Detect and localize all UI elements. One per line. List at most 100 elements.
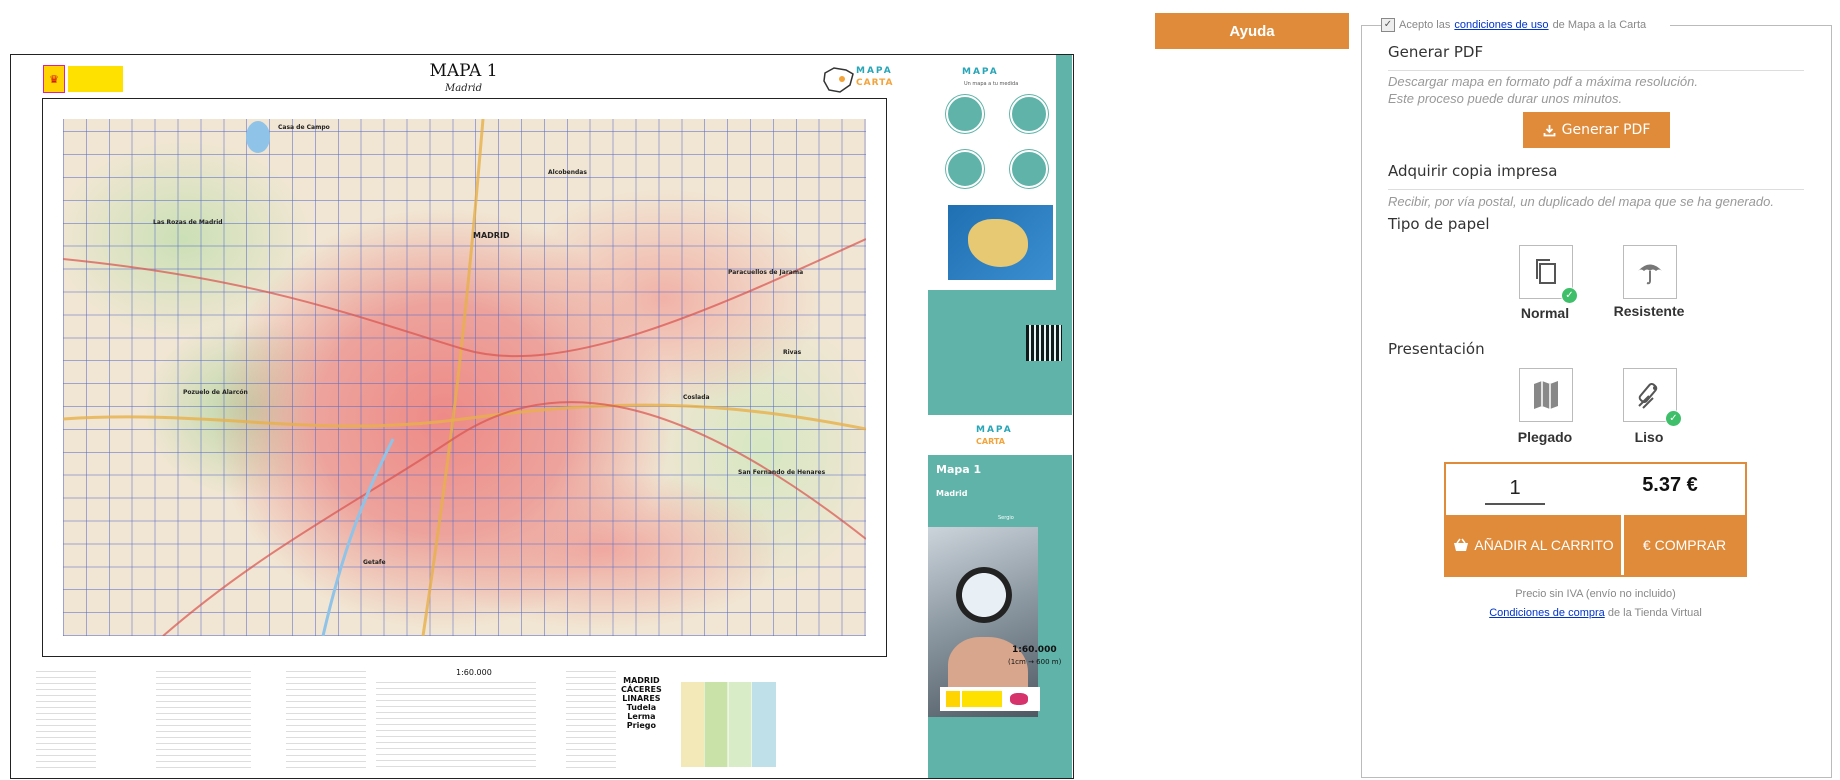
map-label: Casa de Campo: [278, 124, 330, 131]
pdf-description: Descargar mapa en formato pdf a máxima r…: [1388, 73, 1698, 107]
cover-title: Mapa 1: [936, 463, 982, 476]
spain-locator-map: [948, 205, 1053, 280]
feature-circle-icon: [946, 150, 984, 188]
map-label: Pozuelo de Alarcón: [183, 389, 248, 396]
divider: [1388, 70, 1804, 71]
logo-word-2: CARTA: [856, 78, 894, 88]
presentation-flat-option[interactable]: ✓: [1623, 368, 1682, 427]
generate-pdf-button[interactable]: Generar PDF: [1523, 112, 1670, 148]
selected-check-icon: ✓: [1561, 287, 1578, 304]
print-heading: Adquirir copia impresa: [1388, 162, 1558, 180]
pdf-description-line: Descargar mapa en formato pdf a máxima r…: [1388, 74, 1698, 89]
map-header: ♛ MAPA 1 Madrid MAPA CARTA: [11, 55, 916, 103]
panel-border: [1361, 25, 1381, 26]
coordinate-ruler-top: [63, 102, 866, 116]
map-roads: [63, 119, 866, 636]
euro-icon: €: [1642, 537, 1651, 553]
cover-scale-detail: (1cm → 600 m): [1008, 658, 1062, 666]
accept-terms-checkbox[interactable]: ✓: [1381, 18, 1395, 32]
legend-city: Priego: [626, 721, 656, 730]
pdf-heading: Generar PDF: [1388, 43, 1484, 61]
rolled-map-icon: [1638, 382, 1658, 409]
cover-logo-word: MAPA: [962, 67, 999, 77]
cover-government-logos: [940, 687, 1040, 711]
map-label: Getafe: [363, 559, 386, 566]
map-subtitle: Madrid: [445, 83, 482, 94]
legend-column: [286, 668, 366, 768]
map-label: MADRID: [473, 231, 510, 240]
buy-now-button[interactable]: € COMPRAR: [1624, 515, 1745, 575]
legend-scale: 1:60.000: [456, 668, 492, 677]
cover-tagline: Un mapa a tu medida: [964, 81, 1019, 87]
cover-title-block: Mapa 1 Madrid Sergio 1:60.000 (1cm → 600…: [928, 455, 1072, 778]
legend-city: MADRID: [623, 676, 660, 685]
add-to-cart-label: AÑADIR AL CARRITO: [1474, 537, 1614, 553]
coordinate-ruler-bottom: [63, 639, 866, 653]
mapa-a-la-carta-logo: MAPA CARTA: [822, 65, 902, 95]
legend-city-sizes: MADRID CÁCERES LINARES Tudela Lerma Prie…: [621, 676, 662, 730]
selected-check-icon: ✓: [1665, 410, 1682, 427]
pdf-description-line: Este proceso puede durar unos minutos.: [1388, 91, 1623, 106]
map-label: Las Rozas de Madrid: [153, 219, 223, 226]
accept-terms-suffix: de Mapa a la Carta: [1552, 19, 1647, 31]
map-legend: 1:60.000 MADRID CÁCERES LINARES Tudela L…: [36, 668, 906, 773]
presentation-folded-option[interactable]: [1519, 368, 1573, 422]
add-to-cart-button[interactable]: AÑADIR AL CARRITO: [1446, 515, 1621, 575]
map-label: Paracuellos de Jarama: [728, 269, 804, 276]
print-description: Recibir, por vía postal, un duplicado de…: [1388, 194, 1774, 209]
map-frame: MADRID Casa de Campo Alcobendas Las Roza…: [42, 98, 887, 657]
feature-circle-icon: [1010, 150, 1048, 188]
legend-city: Tudela: [626, 703, 657, 712]
presentation-folded-label: Plegado: [1517, 429, 1573, 445]
map-preview: ♛ MAPA 1 Madrid MAPA CARTA MADRID Casa d…: [10, 54, 1074, 779]
feature-circle-icon: [946, 95, 984, 133]
cover-teal-strip: [1056, 55, 1072, 290]
accept-terms: ✓ Acepto las condiciones de uso de Mapa …: [1381, 18, 1646, 32]
paper-resistant-label: Resistente: [1613, 303, 1685, 319]
divider: [1388, 189, 1804, 190]
cover-subtitle: Madrid: [936, 489, 968, 498]
legend-column: [566, 668, 616, 768]
feature-circle-icon: [1010, 95, 1048, 133]
cover-info-block: [928, 290, 1072, 415]
purchase-conditions-link[interactable]: Condiciones de compra: [1489, 607, 1605, 619]
purchase-conditions: Condiciones de compra de la Tienda Virtu…: [1444, 607, 1747, 619]
presentation-flat-label: Liso: [1634, 429, 1664, 445]
legend-city: Lerma: [627, 712, 656, 721]
map-label: San Fernando de Henares: [738, 469, 826, 476]
accept-terms-prefix: Acepto las: [1399, 19, 1451, 31]
map-label: Alcobendas: [548, 169, 587, 176]
qr-code-icon: [1026, 325, 1062, 361]
map-title: MAPA 1: [429, 61, 498, 81]
price-note: Precio sin IVA (envío no incluido): [1515, 588, 1676, 600]
buy-now-label: COMPRAR: [1654, 537, 1727, 553]
cover-author: Sergio: [998, 515, 1014, 521]
cover-logo-word: MAPA: [976, 425, 1013, 435]
generate-pdf-label: Generar PDF: [1561, 122, 1651, 138]
spain-outline-icon: [823, 67, 854, 93]
legend-city: CÁCERES: [621, 685, 662, 694]
download-icon: [1543, 124, 1556, 136]
paper-resistant-option[interactable]: [1623, 245, 1677, 299]
copy-icon: [1536, 259, 1556, 284]
legend-terrain-samples: [681, 682, 776, 767]
map-label: Rivas: [783, 349, 802, 356]
map-cover-panel: MAPA Un mapa a tu medida MAPA CARTA Mapa…: [916, 55, 1072, 778]
cover-scale: 1:60.000: [1012, 645, 1057, 655]
paper-normal-option[interactable]: ✓: [1519, 245, 1578, 304]
logo-word: MAPA: [856, 66, 893, 76]
legend-notes: [376, 682, 536, 767]
paper-normal-label: Normal: [1520, 305, 1570, 321]
legend-city: LINARES: [622, 694, 661, 703]
map-label: Coslada: [683, 394, 710, 401]
quantity-input[interactable]: [1485, 473, 1545, 505]
umbrella-icon: [1638, 264, 1662, 285]
cover-logo: MAPA CARTA: [928, 415, 1072, 455]
help-button[interactable]: Ayuda: [1155, 13, 1349, 49]
topographic-map: MADRID Casa de Campo Alcobendas Las Roza…: [63, 119, 866, 636]
cover-logo-word-2: CARTA: [976, 437, 1005, 446]
legend-column: [36, 668, 96, 768]
price-value: 5.37 €: [1642, 474, 1698, 496]
purchase-conditions-suffix: de la Tienda Virtual: [1607, 607, 1702, 619]
terms-of-use-link[interactable]: condiciones de uso: [1454, 19, 1548, 31]
